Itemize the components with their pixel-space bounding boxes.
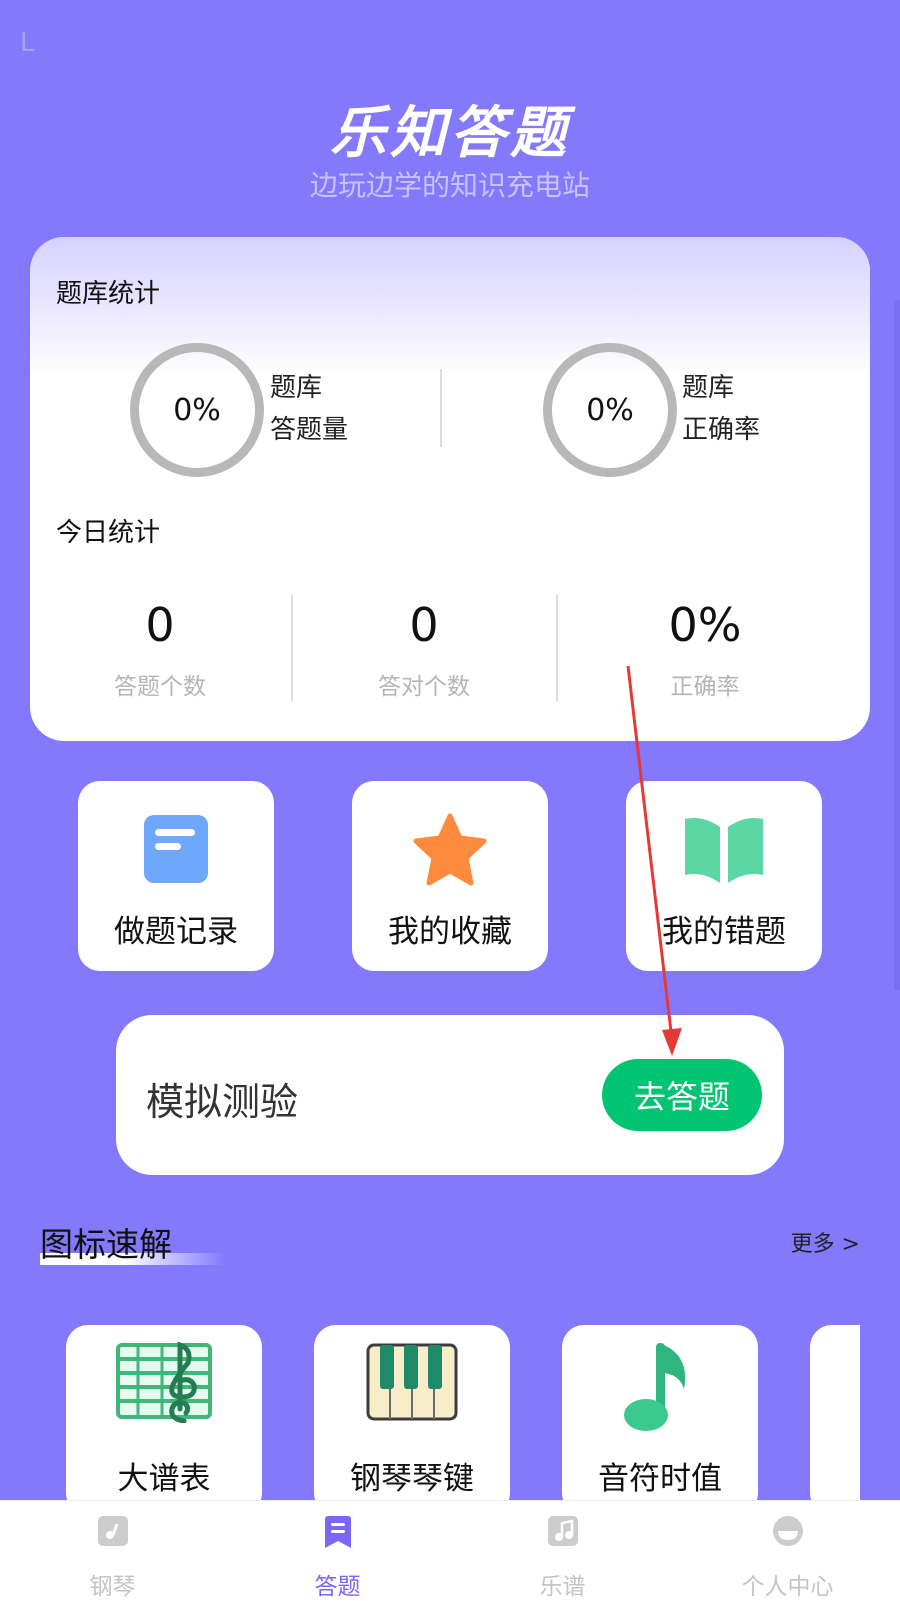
bank-answered-ring: 0% [130, 343, 264, 477]
divider [440, 369, 442, 447]
tab-label: 个人中心 [741, 1574, 834, 1600]
bank-accuracy-label-line2: 正确率 [682, 415, 761, 445]
tile-label: 做题记录 [114, 914, 238, 950]
bank-stats-title: 题库统计 [56, 279, 161, 309]
profile-tab-icon [772, 1515, 804, 1551]
mock-exam-card[interactable]: 模拟测验 去答题 [116, 1015, 784, 1175]
piano-keys-icon [366, 1339, 458, 1427]
start-quiz-button[interactable]: 去答题 [602, 1059, 762, 1131]
mock-exam-title: 模拟测验 [146, 1080, 299, 1124]
icon-section-title: 图标速解 [40, 1225, 172, 1264]
score-tab-icon [547, 1515, 579, 1551]
scrollbar[interactable] [894, 300, 900, 990]
piano-tab-icon [97, 1515, 129, 1551]
tile-label: 我的错题 [662, 914, 786, 950]
bottom-tab-bar: 钢琴 答题 乐谱 个人中心 [0, 1500, 900, 1601]
tab-quiz[interactable]: 答题 [225, 1501, 450, 1601]
star-icon [410, 813, 490, 893]
divider [291, 595, 293, 701]
card-grand-staff[interactable]: 大谱表 [66, 1325, 262, 1515]
bank-answered-label-line1: 题库 [270, 373, 323, 403]
tab-piano[interactable]: 钢琴 [0, 1501, 225, 1601]
tab-label: 答题 [314, 1574, 361, 1600]
card-label: 音符时值 [598, 1461, 722, 1497]
more-link[interactable]: 更多 > [791, 1226, 860, 1258]
today-answered-label: 答题个数 [114, 674, 206, 700]
tile-practice-records[interactable]: 做题记录 [78, 781, 274, 971]
today-correct-value: 0 [409, 598, 439, 652]
card-partial[interactable] [810, 1325, 860, 1515]
card-note-values[interactable]: 音符时值 [562, 1325, 758, 1515]
today-accuracy-label: 正确率 [670, 674, 740, 700]
tab-label: 乐谱 [539, 1574, 586, 1600]
app-title: 乐知答题 [330, 101, 570, 166]
music-note-icon [620, 1339, 700, 1439]
app-subtitle: 边玩边学的知识充电站 [309, 169, 590, 202]
today-correct: 0 答对个数 [294, 597, 554, 701]
tile-wrong-answers[interactable]: 我的错题 [626, 781, 822, 971]
today-accuracy-value: 0% [668, 598, 742, 652]
bank-accuracy-value: 0% [586, 392, 634, 428]
tab-sheet-music[interactable]: 乐谱 [450, 1501, 675, 1601]
open-book-icon [683, 813, 765, 889]
today-accuracy: 0% 正确率 [575, 597, 835, 701]
today-answered: 0 答题个数 [30, 597, 290, 701]
divider [556, 595, 558, 701]
card-label: 大谱表 [117, 1461, 211, 1497]
quiz-tab-icon [323, 1515, 353, 1553]
card-piano-keys[interactable]: 钢琴琴键 [314, 1325, 510, 1515]
bank-accuracy-label-line1: 题库 [682, 373, 735, 403]
bank-answered-label-line2: 答题量 [270, 415, 349, 445]
card-label: 钢琴琴键 [350, 1461, 474, 1497]
tile-label: 我的收藏 [388, 914, 512, 950]
stats-card: 题库统计 0% 题库 答题量 0% 题库 正确率 今日统计 0 答题个数 0 答… [30, 237, 870, 741]
today-stats-title: 今日统计 [56, 518, 161, 548]
document-icon [143, 813, 209, 889]
today-answered-value: 0 [145, 598, 175, 652]
bank-accuracy-ring: 0% [543, 343, 677, 477]
tab-profile[interactable]: 个人中心 [675, 1501, 900, 1601]
grand-staff-icon [116, 1339, 212, 1427]
tab-label: 钢琴 [89, 1574, 136, 1600]
tile-my-favorites[interactable]: 我的收藏 [352, 781, 548, 971]
bank-answered-value: 0% [173, 392, 221, 428]
status-indicator: L [20, 28, 35, 58]
today-correct-label: 答对个数 [378, 674, 470, 700]
bank-answered-label: 题库 答题量 [270, 367, 348, 451]
bank-accuracy-label: 题库 正确率 [682, 367, 760, 451]
